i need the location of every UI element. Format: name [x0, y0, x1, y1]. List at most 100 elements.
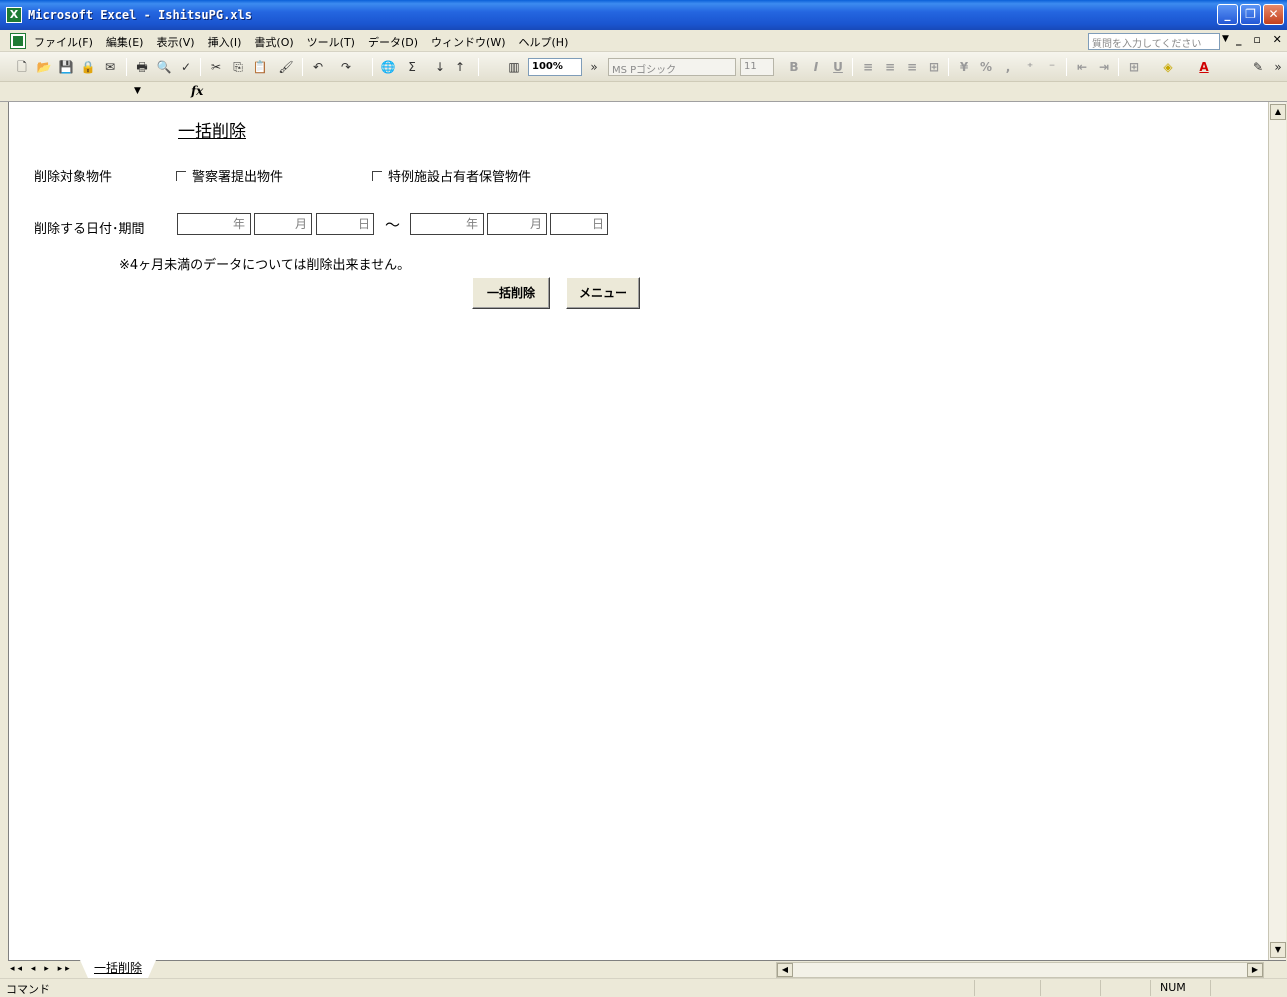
formula-bar: ▼ fx — [0, 82, 1287, 102]
new-icon[interactable]: 🗋 — [14, 59, 30, 75]
redo-icon[interactable]: ↷ — [338, 59, 354, 75]
italic-icon[interactable]: I — [808, 59, 824, 75]
workbook-icon[interactable] — [10, 33, 26, 49]
scroll-right-icon[interactable]: ▶ — [1247, 963, 1263, 977]
status-divider — [1100, 980, 1101, 996]
print-icon[interactable]: 🖶 — [134, 59, 150, 75]
underline-icon[interactable]: U — [830, 59, 846, 75]
toolbar-options-icon[interactable]: » — [586, 59, 602, 75]
name-box-dropdown-icon[interactable]: ▼ — [134, 86, 141, 96]
sort-descending-icon[interactable]: ↑ — [452, 59, 468, 75]
decrease-indent-icon[interactable]: ⇤ — [1074, 59, 1090, 75]
sheet-tab-bulk-delete[interactable]: 一括削除 — [80, 960, 156, 978]
help-question-input[interactable]: 質問を入力してください — [1088, 33, 1220, 50]
spelling-icon[interactable]: ✓ — [178, 59, 194, 75]
cut-icon[interactable]: ✂ — [208, 59, 224, 75]
email-icon[interactable]: ✉ — [102, 59, 118, 75]
font-size-select[interactable]: 11 — [740, 58, 774, 76]
percent-icon[interactable]: % — [978, 59, 994, 75]
toolbar: 🗋 📂 💾 🔒 ✉ 🖶 🔍 ✓ ✂ ⎘ 📋 🖌 ↶ ↷ 🌐 Σ ↓ ↑ ▥ 10… — [0, 52, 1287, 82]
menu-view[interactable]: 表示(V) — [156, 34, 194, 50]
police-station-checkbox[interactable]: 警察署提出物件 — [176, 166, 283, 185]
align-right-icon[interactable]: ≡ — [904, 59, 920, 75]
bulk-delete-button[interactable]: 一括削除 — [472, 277, 550, 309]
merge-center-icon[interactable]: ⊞ — [926, 59, 942, 75]
checkbox-icon[interactable] — [372, 170, 382, 181]
status-divider — [1040, 980, 1041, 996]
close-button[interactable]: ✕ — [1263, 4, 1284, 25]
menu-button[interactable]: メニュー — [566, 277, 640, 309]
permission-icon[interactable]: 🔒 — [80, 59, 96, 75]
checkbox-icon[interactable] — [176, 170, 186, 181]
increase-indent-icon[interactable]: ⇥ — [1096, 59, 1112, 75]
restore-button[interactable]: ❐ — [1240, 4, 1261, 25]
special-facility-checkbox[interactable]: 特例施設占有者保管物件 — [372, 166, 531, 185]
hyperlink-icon[interactable]: 🌐 — [380, 59, 396, 75]
help-dropdown-icon[interactable]: ▼ — [1222, 34, 1229, 44]
excel-app-icon[interactable]: X — [6, 7, 22, 23]
toolbar-separator — [852, 58, 853, 76]
font-color-icon[interactable]: A — [1196, 59, 1212, 75]
toolbar-separator — [1066, 58, 1067, 76]
status-mode: コマンド — [6, 983, 50, 996]
format-painter-icon[interactable]: 🖌 — [278, 59, 294, 75]
menu-window[interactable]: ウィンドウ(W) — [431, 34, 505, 50]
font-select[interactable]: MS Pゴシック — [608, 58, 736, 76]
to-month-unit: 月 — [530, 217, 543, 231]
excel-window: X Microsoft Excel - IshitsuPG.xls _ ❐ ✕ … — [0, 0, 1287, 996]
menu-edit[interactable]: 編集(E) — [106, 34, 144, 50]
copy-icon[interactable]: ⎘ — [230, 59, 246, 75]
align-center-icon[interactable]: ≡ — [882, 59, 898, 75]
fill-color-icon[interactable]: ◈ — [1160, 59, 1176, 75]
toolbar-separator — [200, 58, 201, 76]
toolbar-separator — [126, 58, 127, 76]
from-day-unit: 日 — [358, 217, 371, 231]
vertical-scrollbar[interactable]: ▲ ▼ — [1268, 102, 1286, 960]
align-left-icon[interactable]: ≡ — [860, 59, 876, 75]
toolbar-more-icon[interactable]: » — [1270, 59, 1286, 75]
horizontal-scrollbar[interactable]: ◀ ▶ — [776, 962, 1264, 978]
insert-function-icon[interactable]: fx — [191, 84, 203, 98]
menu-insert[interactable]: 挿入(I) — [208, 34, 242, 50]
chart-wizard-icon[interactable]: ▥ — [506, 59, 522, 75]
scroll-left-icon[interactable]: ◀ — [777, 963, 793, 977]
from-month-unit: 月 — [295, 217, 308, 231]
menu-bar: ファイル(F) 編集(E) 表示(V) 挿入(I) 書式(O) ツール(T) デ… — [0, 30, 1287, 52]
autosum-icon[interactable]: Σ — [404, 59, 420, 75]
print-preview-icon[interactable]: 🔍 — [156, 59, 172, 75]
range-tilde: ～ — [385, 216, 401, 234]
status-num-lock: NUM — [1160, 981, 1186, 994]
status-divider — [1150, 980, 1151, 996]
scroll-up-icon[interactable]: ▲ — [1270, 104, 1286, 120]
toolbar-separator — [302, 58, 303, 76]
zoom-select[interactable]: 100% — [528, 58, 582, 76]
bold-icon[interactable]: B — [786, 59, 802, 75]
menu-format[interactable]: 書式(O) — [254, 34, 293, 50]
minimize-button[interactable]: _ — [1217, 4, 1238, 25]
status-divider — [974, 980, 975, 996]
increase-decimal-icon[interactable]: ⁺ — [1022, 59, 1038, 75]
borders-icon[interactable]: ⊞ — [1126, 59, 1142, 75]
save-icon[interactable]: 💾 — [58, 59, 74, 75]
status-bar: コマンド NUM — [0, 978, 1287, 996]
sort-ascending-icon[interactable]: ↓ — [432, 59, 448, 75]
menu-help[interactable]: ヘルプ(H) — [519, 34, 569, 50]
comma-icon[interactable]: , — [1000, 59, 1016, 75]
undo-icon[interactable]: ↶ — [310, 59, 326, 75]
workbook-window-controls[interactable]: _ ▫ ✕ — [1236, 33, 1286, 46]
scroll-down-icon[interactable]: ▼ — [1270, 942, 1286, 958]
menu-tools[interactable]: ツール(T) — [307, 34, 355, 50]
menu-file[interactable]: ファイル(F) — [34, 34, 93, 50]
delete-target-label: 削除対象物件 — [34, 170, 113, 185]
to-day-unit: 日 — [592, 217, 605, 231]
paste-icon[interactable]: 📋 — [252, 59, 268, 75]
decrease-decimal-icon[interactable]: ⁻ — [1044, 59, 1060, 75]
toolbar-separator — [478, 58, 479, 76]
tab-navigation-icons[interactable]: ◂◂ ◂ ▸ ▸▸ — [10, 964, 73, 974]
to-year-unit: 年 — [466, 217, 479, 231]
open-icon[interactable]: 📂 — [36, 59, 52, 75]
drawing-icon[interactable]: ✎ — [1250, 59, 1266, 75]
currency-icon[interactable]: ¥ — [956, 59, 972, 75]
special-facility-checkbox-label: 特例施設占有者保管物件 — [388, 170, 532, 185]
menu-data[interactable]: データ(D) — [368, 34, 418, 50]
